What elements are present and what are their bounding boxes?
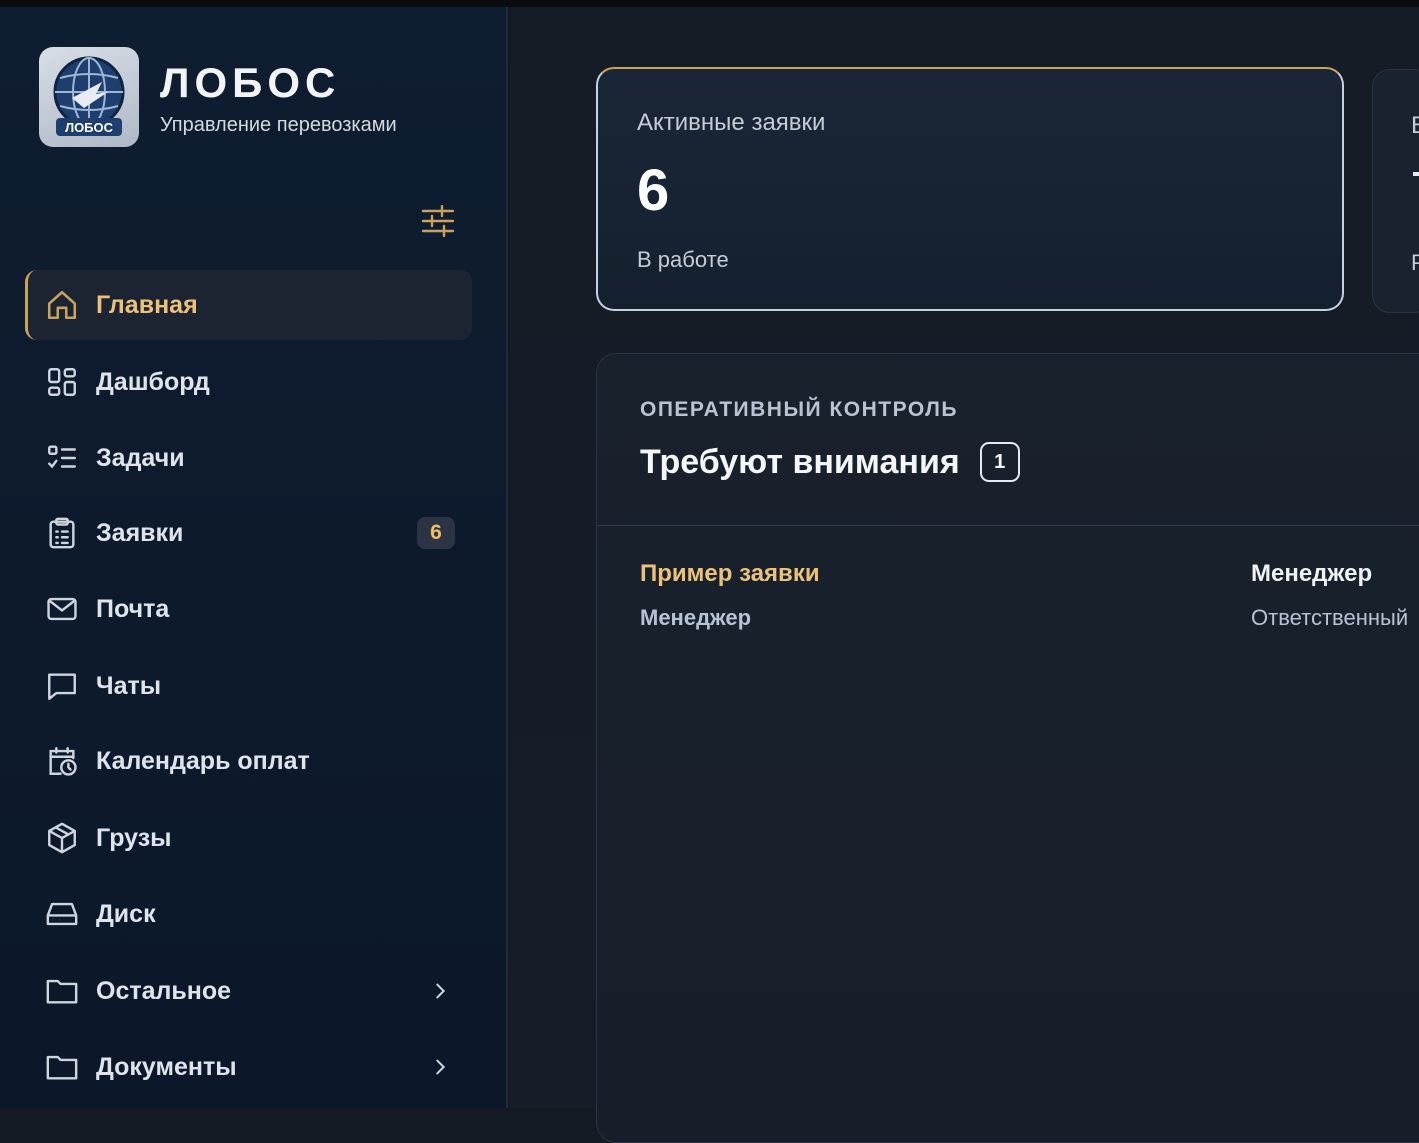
manager-name: Менеджер — [1251, 560, 1373, 587]
stat-value-peek — [1413, 172, 1419, 176]
clipboard-icon — [45, 516, 79, 550]
mail-icon — [45, 592, 79, 626]
sidebar-item-label: Задачи — [96, 443, 185, 472]
sidebar-item-other[interactable]: Остальное — [25, 956, 472, 1026]
sidebar-item-tasks[interactable]: Задачи — [25, 423, 472, 493]
section-heading: Требуют внимания 1 — [640, 442, 1020, 482]
manager-role: Ответственный — [1251, 605, 1409, 630]
request-title-link[interactable]: Пример заявки — [640, 560, 820, 588]
stat-subtitle: В работе — [637, 247, 729, 272]
sidebar-item-label: Дашборд — [96, 367, 210, 396]
sidebar-item-documents[interactable]: Документы — [25, 1032, 472, 1102]
stat-value: 6 — [637, 158, 670, 223]
hard-drive-icon — [45, 897, 79, 931]
stat-title-peek: В — [1411, 112, 1419, 140]
sidebar-item-label: Документы — [96, 1052, 237, 1081]
attention-count-badge: 1 — [979, 442, 1020, 482]
app-subtitle: Управление перевозками — [160, 113, 397, 136]
stat-card-active-requests[interactable]: Активные заявки 6 В работе — [596, 67, 1344, 311]
section-eyebrow: ОПЕРАТИВНЫЙ КОНТРОЛЬ — [640, 398, 958, 421]
brand[interactable]: ЛОБОС ЛОБОС Управление перевозками — [39, 47, 397, 147]
sidebar-item-label: Календарь оплат — [96, 746, 310, 775]
calendar-clock-icon — [45, 744, 79, 778]
home-icon — [45, 288, 79, 322]
count-badge: 6 — [417, 517, 455, 549]
sidebar-item-label: Главная — [96, 290, 198, 319]
logo: ЛОБОС — [39, 47, 139, 147]
sidebar-item-home[interactable]: Главная — [25, 270, 472, 340]
window-top-edge — [0, 0, 1419, 7]
dashboard-grid-icon — [45, 365, 79, 399]
divider — [597, 525, 1419, 526]
sidebar-item-cargo[interactable]: Грузы — [25, 803, 472, 873]
folder-icon — [45, 1050, 79, 1084]
sidebar-item-label: Чаты — [96, 671, 162, 700]
sidebar-item-payment-calendar[interactable]: Календарь оплат — [25, 726, 472, 796]
task-list-icon — [45, 441, 79, 475]
main-content: Активные заявки 6 В работе В Р ОПЕРАТИВН… — [510, 7, 1419, 1143]
sliders-icon[interactable] — [420, 204, 456, 238]
sidebar-item-chats[interactable]: Чаты — [25, 651, 472, 721]
stat-title: Активные заявки — [637, 109, 826, 136]
stat-subtitle-peek: Р — [1411, 250, 1419, 276]
sidebar-item-label: Заявки — [96, 518, 184, 547]
sidebar-item-disk[interactable]: Диск — [25, 879, 472, 949]
chevron-right-icon[interactable] — [429, 1056, 451, 1078]
sidebar-item-dashboard[interactable]: Дашборд — [25, 347, 472, 417]
package-icon — [45, 821, 79, 855]
attention-panel: ОПЕРАТИВНЫЙ КОНТРОЛЬ Требуют внимания 1 … — [596, 353, 1419, 1143]
sidebar-item-label: Остальное — [96, 976, 232, 1005]
globe-logo-icon: ЛОБОС — [53, 56, 125, 136]
sidebar-item-label: Диск — [96, 899, 156, 928]
sidebar-item-mail[interactable]: Почта — [25, 574, 472, 644]
sidebar-item-requests[interactable]: Заявки 6 — [25, 498, 472, 568]
sidebar-item-label: Почта — [96, 594, 170, 623]
request-subtitle: Менеджер — [640, 605, 752, 630]
app-title: ЛОБОС — [160, 58, 341, 106]
sidebar: ЛОБОС ЛОБОС Управление перевозками Главн… — [0, 7, 508, 1108]
sidebar-item-label: Грузы — [96, 823, 172, 852]
chat-icon — [45, 669, 79, 703]
chevron-right-icon[interactable] — [429, 980, 451, 1002]
section-heading-text: Требуют внимания — [640, 442, 960, 481]
folder-icon — [45, 974, 79, 1008]
stat-card-next[interactable]: В Р — [1372, 69, 1419, 313]
logo-text: ЛОБОС — [65, 120, 114, 135]
